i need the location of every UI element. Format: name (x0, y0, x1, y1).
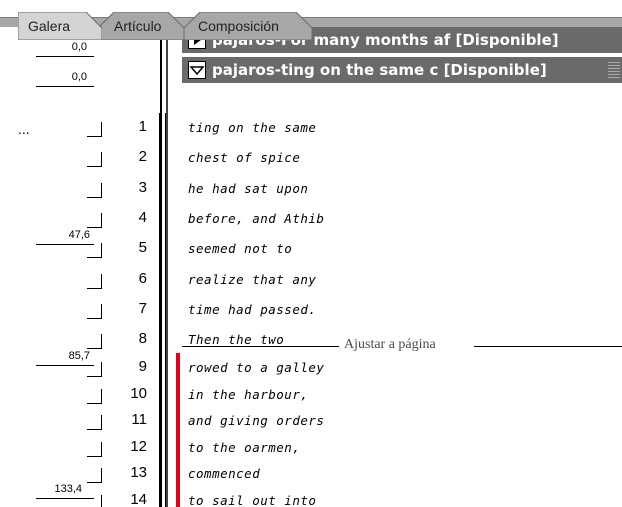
line-number: 1 (138, 118, 147, 135)
galley-text-line[interactable]: and giving orders (188, 413, 324, 428)
tab-composicion-label: Composición (198, 18, 279, 34)
line-number: 10 (130, 384, 147, 402)
line-number: 13 (130, 464, 147, 481)
line-number: 6 (138, 269, 147, 287)
depth-tick (87, 257, 101, 259)
line-number: 11 (131, 411, 147, 428)
depth-marker-line14: 133,4 (54, 483, 82, 495)
depth-tick-stem (101, 494, 102, 507)
line-number: 4 (138, 208, 147, 226)
depth-tick (87, 348, 101, 350)
depth-tick-stem (101, 468, 102, 483)
story-depth-label-1: 0,0 (71, 41, 87, 53)
line-number-rule-2 (165, 113, 166, 507)
fit-separator-right-rule (474, 346, 622, 347)
galley-view: 0,0 0,0 pajaros-For many months af [Disp… (0, 27, 622, 507)
info-column-rule-2 (166, 27, 168, 507)
depth-tick (87, 287, 101, 289)
galley-text-line[interactable]: seemed not to (188, 241, 292, 256)
depth-tick (87, 376, 101, 377)
triangle-down-icon[interactable] (188, 61, 206, 79)
depth-tick (87, 166, 101, 168)
line-number: 9 (138, 358, 147, 375)
depth-tick (87, 317, 101, 319)
tab-articulo[interactable]: Artículo (98, 12, 184, 40)
galley-text-line[interactable]: to the oarmen, (188, 440, 300, 455)
depth-tick-stem (101, 334, 102, 350)
depth-tick-stem (101, 273, 102, 289)
line-number: 5 (138, 239, 147, 257)
depth-tick (87, 402, 101, 404)
depth-tick-stem (101, 362, 102, 377)
depth-marker-rule-line14 (36, 498, 94, 499)
line-number: 14 (130, 490, 147, 507)
overflow-indicator: ... (18, 121, 30, 137)
story-depth-rule-1 (36, 56, 94, 57)
depth-tick-stem (101, 415, 102, 430)
story-depth-label-2: 0,0 (71, 71, 87, 83)
galley-text-line[interactable]: rowed to a galley (188, 360, 324, 375)
fit-to-page-label: Ajustar a página (344, 337, 436, 352)
story-header-2[interactable]: pajaros-ting on the same c [Disponible] (182, 57, 622, 83)
depth-tick (87, 482, 101, 483)
depth-tick (87, 226, 101, 228)
tab-galera-label: Galera (28, 18, 71, 34)
galley-text-line[interactable]: chest of spice (188, 150, 300, 165)
overset-text-marker (176, 353, 180, 507)
depth-tick-stem (101, 152, 102, 168)
galley-text-line[interactable]: realize that any (188, 272, 316, 287)
galley-text-line[interactable]: before, and Athib (188, 211, 324, 226)
depth-tick-stem (101, 303, 102, 319)
depth-marker-line5: 47,6 (68, 229, 90, 241)
line-number: 12 (130, 437, 147, 455)
depth-tick-stem (101, 243, 102, 259)
story-header-grip (608, 62, 620, 80)
depth-tick-stem (101, 182, 102, 198)
galley-text-line[interactable]: commenced (188, 466, 260, 481)
tab-composicion[interactable]: Composición (184, 12, 312, 40)
depth-tick (87, 196, 101, 198)
line-number: 3 (138, 178, 147, 196)
galley-text-line[interactable]: in the harbour, (188, 387, 308, 402)
galley-text-line[interactable]: time had passed. (188, 302, 316, 317)
depth-tick (87, 455, 101, 457)
story-title-2: pajaros-ting on the same c [Disponible] (212, 61, 547, 79)
line-number: 2 (138, 148, 147, 166)
info-column-rule (160, 27, 162, 507)
line-number-rule (159, 113, 160, 507)
depth-tick-stem (101, 441, 102, 457)
depth-marker-rule-line5 (36, 244, 94, 245)
tab-galera[interactable]: Galera (18, 12, 102, 40)
depth-tick-stem (101, 388, 102, 404)
line-number: 7 (138, 299, 147, 317)
depth-tick (87, 429, 101, 430)
galley-text-line[interactable]: to sail out into (188, 493, 316, 507)
fit-to-page-separator: Ajustar a página (182, 337, 622, 354)
galley-text-line[interactable]: ting on the same (188, 120, 316, 135)
story-depth-rule-2 (36, 86, 94, 87)
depth-tick-stem (101, 212, 102, 228)
depth-marker-rule-line9 (36, 365, 94, 366)
depth-marker-line9: 85,7 (68, 350, 90, 362)
line-number: 8 (138, 330, 147, 348)
tab-articulo-label: Artículo (114, 18, 162, 34)
fit-separator-left-rule (182, 346, 339, 347)
depth-tick (87, 136, 101, 137)
depth-tick-stem (101, 122, 102, 137)
tab-strip: Galera Artículo Composición (0, 0, 622, 40)
galley-text-line[interactable]: he had sat upon (188, 181, 308, 196)
